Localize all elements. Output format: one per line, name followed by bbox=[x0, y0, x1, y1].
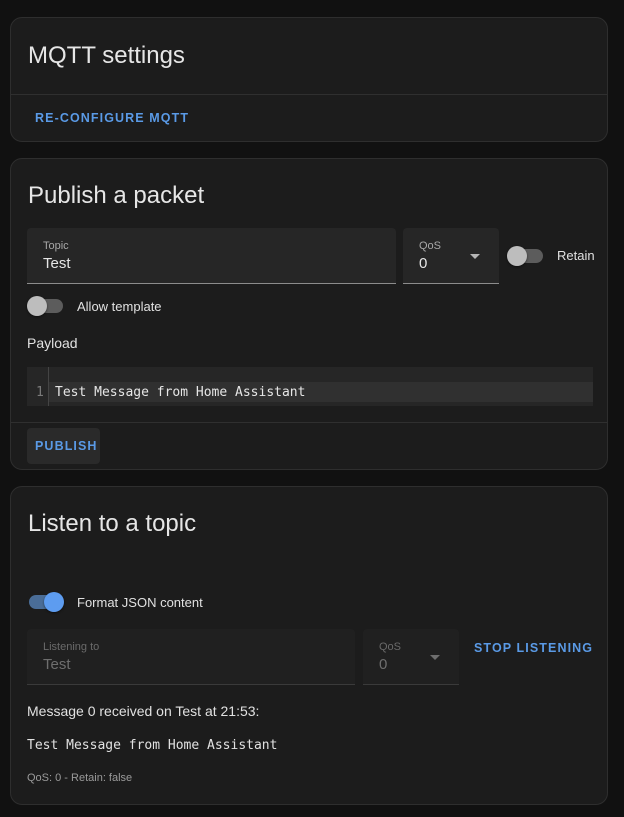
chevron-down-icon bbox=[430, 655, 440, 660]
reconfigure-mqtt-button[interactable]: RE-CONFIGURE MQTT bbox=[35, 111, 189, 125]
qos-select[interactable]: QoS 0 bbox=[403, 228, 499, 284]
message-body: Test Message from Home Assistant bbox=[27, 738, 278, 753]
card-divider bbox=[11, 94, 607, 95]
switch-thumb bbox=[44, 592, 64, 612]
qos-value: 0 bbox=[419, 255, 428, 272]
retain-switch[interactable] bbox=[507, 246, 543, 266]
message-header: Message 0 received on Test at 21:53: bbox=[27, 703, 260, 719]
listen-title: Listen to a topic bbox=[28, 510, 197, 537]
payload-editor[interactable]: 1 Test Message from Home Assistant bbox=[27, 367, 593, 406]
publish-button[interactable]: PUBLISH bbox=[27, 428, 100, 464]
payload-label: Payload bbox=[27, 335, 78, 351]
qos-label: QoS bbox=[419, 240, 442, 252]
mqtt-settings-title: MQTT settings bbox=[28, 42, 185, 69]
listen-qos-select: QoS 0 bbox=[363, 629, 459, 685]
listening-to-label: Listening to bbox=[43, 641, 100, 653]
message-meta: QoS: 0 - Retain: false bbox=[27, 772, 133, 784]
publish-card: Publish a packet Topic Test QoS 0 Retain… bbox=[10, 158, 608, 470]
listening-to-value: Test bbox=[43, 656, 71, 673]
topic-field[interactable]: Topic Test bbox=[27, 228, 396, 284]
listen-card: Listen to a topic Format JSON content Li… bbox=[10, 486, 608, 805]
topic-input[interactable]: Test bbox=[43, 255, 71, 272]
payload-text[interactable]: Test Message from Home Assistant bbox=[55, 385, 305, 400]
line-number: 1 bbox=[36, 385, 44, 400]
chevron-down-icon bbox=[470, 254, 480, 259]
qos-label: QoS bbox=[379, 641, 402, 653]
publish-button-label: PUBLISH bbox=[35, 439, 98, 453]
topic-label: Topic bbox=[43, 240, 69, 252]
retain-label: Retain bbox=[557, 248, 595, 263]
allow-template-switch[interactable] bbox=[27, 296, 63, 316]
listening-to-field: Listening to Test bbox=[27, 629, 355, 685]
qos-value: 0 bbox=[379, 656, 388, 673]
switch-thumb bbox=[27, 296, 47, 316]
format-json-switch[interactable] bbox=[27, 592, 64, 612]
format-json-label: Format JSON content bbox=[77, 595, 203, 610]
stop-listening-button[interactable]: STOP LISTENING bbox=[474, 641, 593, 655]
switch-thumb bbox=[507, 246, 527, 266]
publish-title: Publish a packet bbox=[28, 182, 205, 209]
card-divider bbox=[11, 422, 607, 423]
mqtt-settings-card: MQTT settings RE-CONFIGURE MQTT bbox=[10, 17, 608, 142]
allow-template-label: Allow template bbox=[77, 299, 162, 314]
